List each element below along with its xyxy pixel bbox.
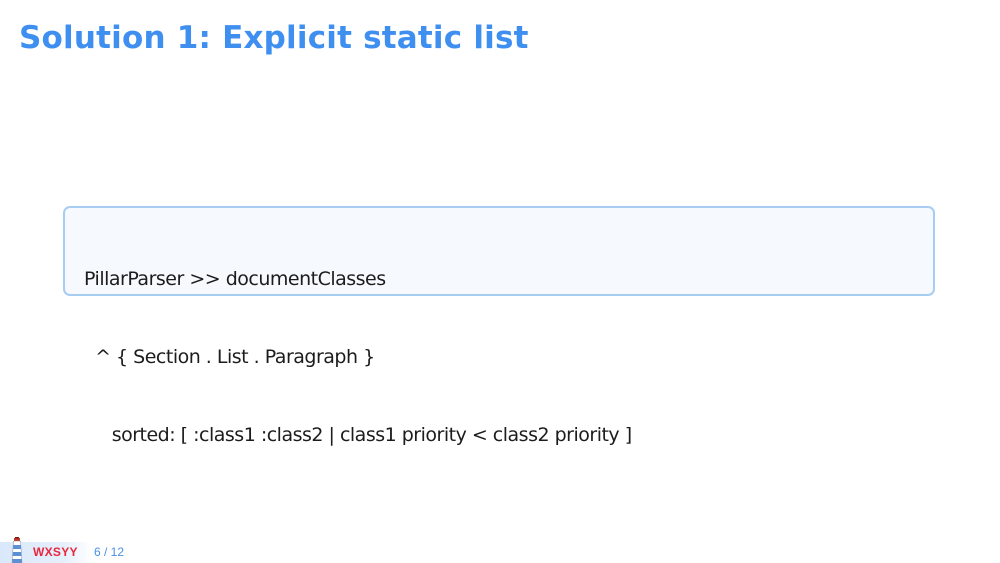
code-lines: PillarParser >> documentClasses ^ { Sect… (84, 214, 632, 500)
footer-brand: WXSYY (33, 545, 78, 559)
code-line: sorted: [ :class1 :class2 | class1 prior… (84, 424, 632, 446)
slide-title: Solution 1: Explicit static list (19, 20, 529, 56)
slide-footer: WXSYY 6 / 12 (0, 537, 150, 563)
page-number: 6 / 12 (94, 545, 125, 559)
code-block: PillarParser >> documentClasses ^ { Sect… (63, 206, 935, 446)
lighthouse-icon (11, 537, 23, 563)
code-line: ^ { Section . List . Paragraph } (84, 346, 375, 368)
code-line: PillarParser >> documentClasses (84, 268, 386, 290)
